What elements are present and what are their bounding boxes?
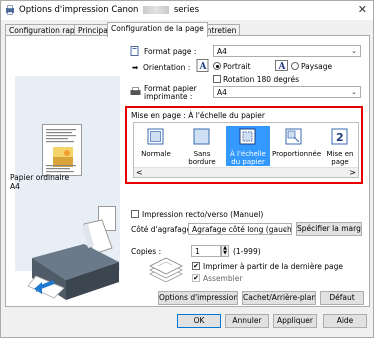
help-button[interactable]: Aide — [323, 314, 367, 328]
fit-to-page-icon — [239, 128, 256, 145]
print-options-button[interactable]: Options d'impression... — [158, 291, 238, 305]
printer-illustration-icon: A — [27, 219, 119, 300]
layout-option-scaled[interactable]: Proportionnée — [272, 126, 322, 166]
layout-option-label: Normale — [141, 150, 171, 158]
layout-option-normal[interactable]: Normale — [134, 126, 178, 166]
format-page-label: Format page : — [144, 47, 197, 56]
window-title: Options d'impression Canon series — [19, 5, 199, 15]
cancel-button[interactable]: Annuler — [225, 314, 269, 328]
stamp-background-button[interactable]: Cachet/Arrière-plan... — [242, 291, 316, 305]
svg-text:A: A — [278, 62, 287, 72]
paper-info: Papier ordinaire A4 — [10, 173, 69, 191]
portrait-icon: A — [196, 59, 209, 72]
stapling-side-label: Côté d'agrafage : — [131, 225, 197, 234]
scaled-layout-icon — [285, 128, 302, 145]
svg-text:A: A — [199, 62, 208, 72]
specify-margin-button[interactable]: Spécifier la marge... — [296, 222, 362, 236]
page-layout-title: Mise en page : À l'échelle du papier — [131, 111, 265, 120]
preview-text-lines — [46, 129, 76, 143]
landscape-label: Paysage — [301, 62, 333, 71]
borderless-layout-icon — [193, 128, 210, 145]
printer-paper-value: A4 — [217, 88, 227, 97]
layout-scrollbar[interactable]: < > — [134, 167, 358, 177]
layout-option-borderless[interactable]: Sans bordure — [180, 126, 224, 166]
rotate-180-checkbox[interactable] — [213, 75, 221, 83]
scroll-left-icon[interactable]: < — [136, 168, 143, 177]
layout-option-label: Proportionnée — [272, 150, 322, 158]
title-suffix: series — [173, 5, 200, 15]
layout-option-label: À l'échelle du papier — [230, 150, 266, 166]
format-page-select[interactable]: A4 ⌄ — [213, 45, 361, 57]
page-layout-options: Normale Sans bordure À l'échelle du papi… — [133, 122, 359, 178]
layout-option-label: Sans bordure — [188, 150, 216, 166]
default-button[interactable]: Défaut — [320, 291, 364, 305]
chevron-down-icon: ⌄ — [351, 88, 357, 96]
portrait-radio[interactable] — [213, 62, 221, 70]
copies-stack-icon — [149, 257, 183, 282]
page-layout-icon: 2 — [331, 128, 348, 145]
duplex-label: Impression recto/verso (Manuel) — [142, 210, 264, 219]
page-layout-group: Mise en page : À l'échelle du papier Nor… — [125, 106, 363, 184]
print-options-window: Options d'impression Canon series ✕ Conf… — [0, 0, 374, 338]
chevron-down-icon: ⌄ — [282, 225, 288, 233]
page-format-icon — [130, 46, 139, 56]
collate-checkbox[interactable]: ✔ — [192, 274, 200, 282]
printer-paper-label: Format papier imprimante : — [144, 85, 197, 101]
layout-option-fit-to-page[interactable]: À l'échelle du papier — [226, 126, 270, 166]
portrait-label: Portrait — [223, 62, 251, 71]
title-prefix: Options d'impression Canon — [19, 5, 139, 15]
scroll-right-icon[interactable]: > — [349, 168, 356, 177]
collate-label: Assembler — [203, 274, 243, 283]
layout-option-page-layout[interactable]: 2 Mise en page — [318, 126, 362, 166]
tab-page-setup[interactable]: Configuration de la page — [107, 22, 208, 37]
orientation-label: Orientation : — [143, 63, 191, 72]
copies-range: (1-999) — [233, 247, 261, 256]
tab-content-panel: Papier ordinaire A4 A Format page : A4 ⌄ — [5, 35, 370, 307]
copies-stepper[interactable]: ▲ ▼ — [221, 245, 229, 257]
copies-value: 1 — [195, 247, 200, 256]
paper-size-text: A4 — [10, 182, 20, 191]
stapling-side-select[interactable]: Agrafage côté long (gauche) ⌄ — [188, 223, 292, 235]
layout-option-label: Mise en page — [326, 150, 354, 166]
stepper-down-icon[interactable]: ▼ — [222, 251, 228, 256]
title-bar: Options d'impression Canon series ✕ — [1, 1, 373, 20]
chevron-down-icon: ⌄ — [351, 47, 357, 55]
close-icon[interactable]: ✕ — [358, 3, 367, 16]
page-preview — [42, 124, 82, 176]
ok-button[interactable]: OK — [177, 314, 221, 328]
format-page-value: A4 — [217, 47, 227, 56]
stapling-side-value: Agrafage côté long (gauche) — [192, 225, 292, 234]
svg-text:2: 2 — [336, 131, 344, 144]
printer-paper-label-line2: imprimante : — [144, 92, 193, 101]
copies-input[interactable]: 1 — [191, 245, 221, 257]
orientation-arrow-icon: ➡ — [132, 63, 139, 72]
redacted-model-name — [143, 5, 170, 14]
normal-layout-icon — [147, 128, 164, 145]
apply-button[interactable]: Appliquer — [273, 314, 317, 328]
paper-type-text: Papier ordinaire — [10, 173, 70, 182]
print-from-last-page-label: Imprimer à partir de la dernière page — [203, 262, 343, 271]
duplex-checkbox[interactable] — [131, 210, 139, 218]
printer-app-icon — [6, 5, 14, 15]
rotate-180-label: Rotation 180 degrés — [223, 75, 300, 84]
printer-paper-select[interactable]: A4 ⌄ — [213, 86, 361, 98]
print-from-last-page-checkbox[interactable]: ✔ — [192, 262, 200, 270]
landscape-icon: A — [275, 60, 288, 72]
printer-paper-icon — [130, 87, 141, 95]
landscape-radio[interactable] — [291, 62, 299, 70]
